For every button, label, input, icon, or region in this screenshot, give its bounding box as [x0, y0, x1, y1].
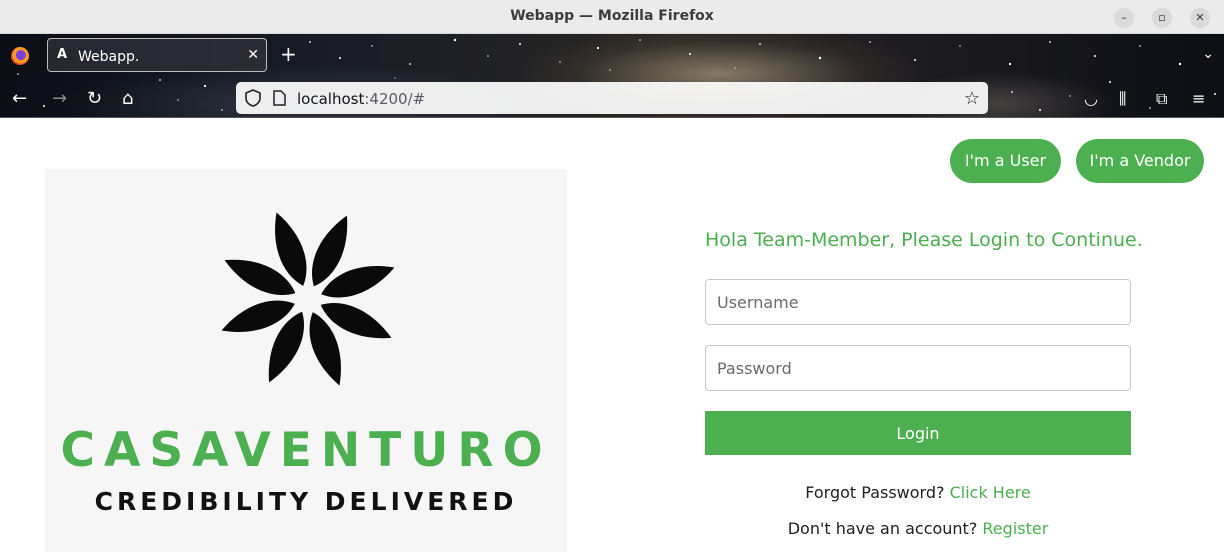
browser-tab[interactable]: A Webapp. ✕: [47, 38, 267, 72]
url-text[interactable]: localhost:4200/#: [297, 90, 425, 108]
register-link[interactable]: Register: [982, 519, 1048, 538]
tab-title: Webapp.: [78, 49, 140, 65]
forgot-password-text: Forgot Password?: [805, 483, 950, 502]
login-page: I'm a User I'm a Vendor CASAVENTURO CRED…: [0, 119, 1224, 552]
extensions-icon[interactable]: ⧉: [1156, 91, 1167, 107]
page-info-icon[interactable]: [273, 90, 286, 106]
flower-logo-icon: [221, 212, 395, 386]
list-all-tabs-icon[interactable]: ⌄: [1202, 46, 1214, 62]
forgot-password-row: Forgot Password? Click Here: [705, 483, 1131, 502]
reload-icon[interactable]: ↻: [87, 90, 102, 108]
bookmark-star-icon[interactable]: ☆: [964, 88, 980, 109]
forgot-password-link[interactable]: Click Here: [950, 483, 1031, 502]
register-text: Don't have an account?: [787, 519, 983, 538]
close-tab-icon[interactable]: ✕: [247, 47, 259, 63]
close-window-icon[interactable]: ✕: [1190, 8, 1210, 28]
user-role-button[interactable]: I'm a User: [950, 139, 1061, 183]
tracking-protection-shield-icon[interactable]: [245, 89, 261, 107]
window-titlebar: Webapp — Mozilla Firefox – ▫ ✕: [0, 0, 1224, 34]
window-title: Webapp — Mozilla Firefox: [510, 8, 714, 24]
menu-icon[interactable]: ≡: [1192, 91, 1205, 107]
address-bar[interactable]: localhost:4200/# ☆: [236, 82, 988, 114]
back-icon[interactable]: ←: [12, 90, 27, 108]
register-row: Don't have an account? Register: [705, 519, 1131, 538]
browser-toolbar: A Webapp. ✕ + ⌄ ← → ↻ ⌂ localhost:4200/#…: [0, 34, 1224, 118]
login-greeting: Hola Team-Member, Please Login to Contin…: [705, 229, 1143, 251]
minimize-icon[interactable]: –: [1114, 8, 1134, 28]
brand-name: CASAVENTURO: [60, 423, 552, 478]
home-icon[interactable]: ⌂: [122, 90, 133, 108]
url-path: :4200/#: [364, 90, 426, 108]
brand-tagline: CREDIBILITY DELIVERED: [94, 487, 518, 516]
maximize-icon[interactable]: ▫: [1152, 8, 1172, 28]
angular-favicon-icon: A: [57, 47, 68, 62]
forward-icon[interactable]: →: [52, 90, 67, 108]
username-input[interactable]: [705, 279, 1131, 325]
library-icon[interactable]: ⫼: [1119, 91, 1126, 107]
new-tab-icon[interactable]: +: [280, 44, 297, 64]
brand-logo-panel: CASAVENTURO CREDIBILITY DELIVERED: [45, 169, 567, 552]
password-input[interactable]: [705, 345, 1131, 391]
vendor-role-button[interactable]: I'm a Vendor: [1076, 139, 1204, 183]
pocket-icon[interactable]: ◡: [1084, 91, 1098, 107]
firefox-logo-icon[interactable]: [11, 47, 29, 65]
url-host: localhost: [297, 90, 365, 108]
login-button[interactable]: Login: [705, 411, 1131, 455]
